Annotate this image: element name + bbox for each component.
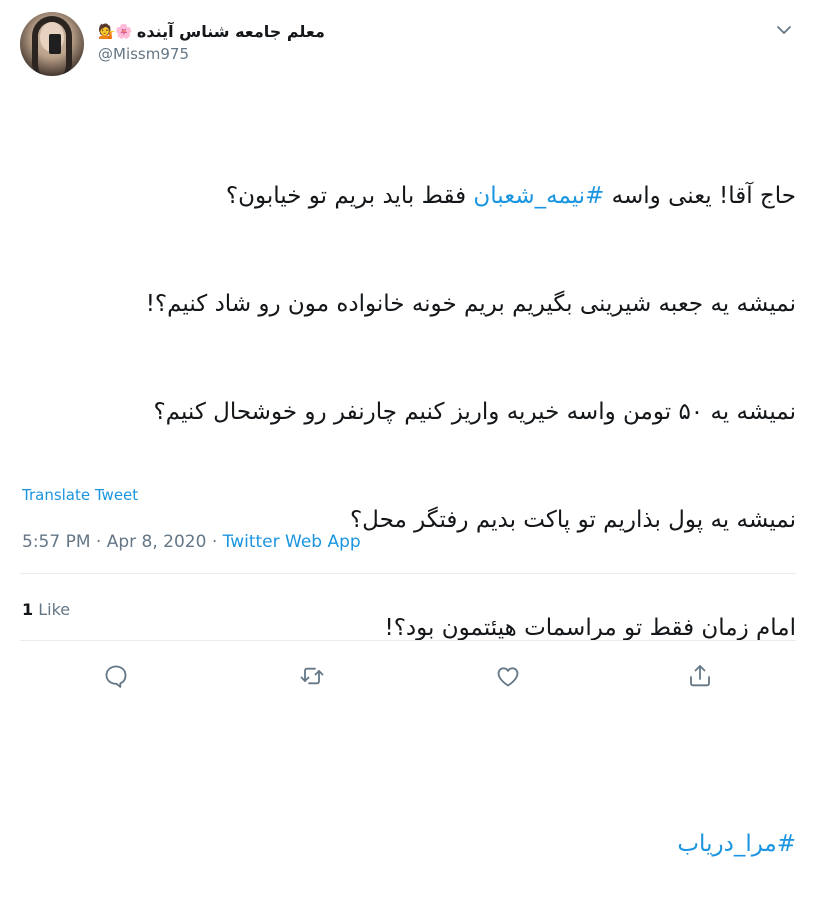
like-stats[interactable]: 1 Like: [22, 600, 70, 619]
user-names: 💁🌸 معلم جامعه شناس آینده @Missm975: [98, 22, 325, 63]
divider: [20, 573, 796, 574]
source-app-link[interactable]: Twitter Web App: [223, 532, 361, 552]
like-count: 1: [22, 600, 34, 619]
display-name[interactable]: 💁🌸 معلم جامعه شناس آینده: [98, 22, 325, 41]
tweet-meta: 5:57 PM · Apr 8, 2020 · Twitter Web App: [22, 532, 361, 552]
tweet-line-3: نمیشه یه ۵۰ تومن واسه خیریه واریز کنیم چ…: [153, 399, 796, 425]
avatar[interactable]: [20, 12, 84, 76]
name-emojis: 💁🌸: [98, 23, 133, 40]
like-label: Like: [38, 600, 71, 619]
translate-tweet-link[interactable]: Translate Tweet: [22, 486, 138, 504]
meta-separator: ·: [90, 532, 107, 552]
tweet-line-1-end: فقط باید بریم تو خیابون؟: [225, 183, 474, 209]
blank-line: ​: [20, 718, 796, 754]
tweet-line-1: حاج آقا! یعنی واسه #نیمه_شعبان فقط باید …: [20, 178, 796, 214]
tweet-line-6: #مرا_دریاب: [20, 826, 796, 862]
meta-separator: ·: [206, 532, 223, 552]
chevron-down-icon[interactable]: [774, 20, 794, 40]
tweet-date[interactable]: Apr 8, 2020: [107, 532, 207, 552]
tweet-line-2: نمیشه یه جعبه شیرینی بگیریم بریم خونه خا…: [145, 291, 796, 317]
tweet-line-1-start: حاج آقا! یعنی واسه: [604, 183, 796, 209]
tweet-actions: [0, 654, 816, 698]
tweet-header: 💁🌸 معلم جامعه شناس آینده @Missm975: [20, 12, 800, 78]
share-icon[interactable]: [686, 662, 714, 690]
hashtag-link[interactable]: #مرا_دریاب: [677, 831, 796, 857]
tweet-time[interactable]: 5:57 PM: [22, 532, 91, 552]
like-icon[interactable]: [494, 662, 522, 690]
divider: [20, 640, 796, 641]
avatar-phone: [49, 34, 61, 54]
display-name-text: معلم جامعه شناس آینده: [136, 22, 325, 41]
hashtag-link[interactable]: #نیمه_شعبان: [473, 183, 604, 209]
reply-icon[interactable]: [102, 662, 130, 690]
user-handle[interactable]: @Missm975: [98, 45, 325, 63]
retweet-icon[interactable]: [298, 662, 326, 690]
